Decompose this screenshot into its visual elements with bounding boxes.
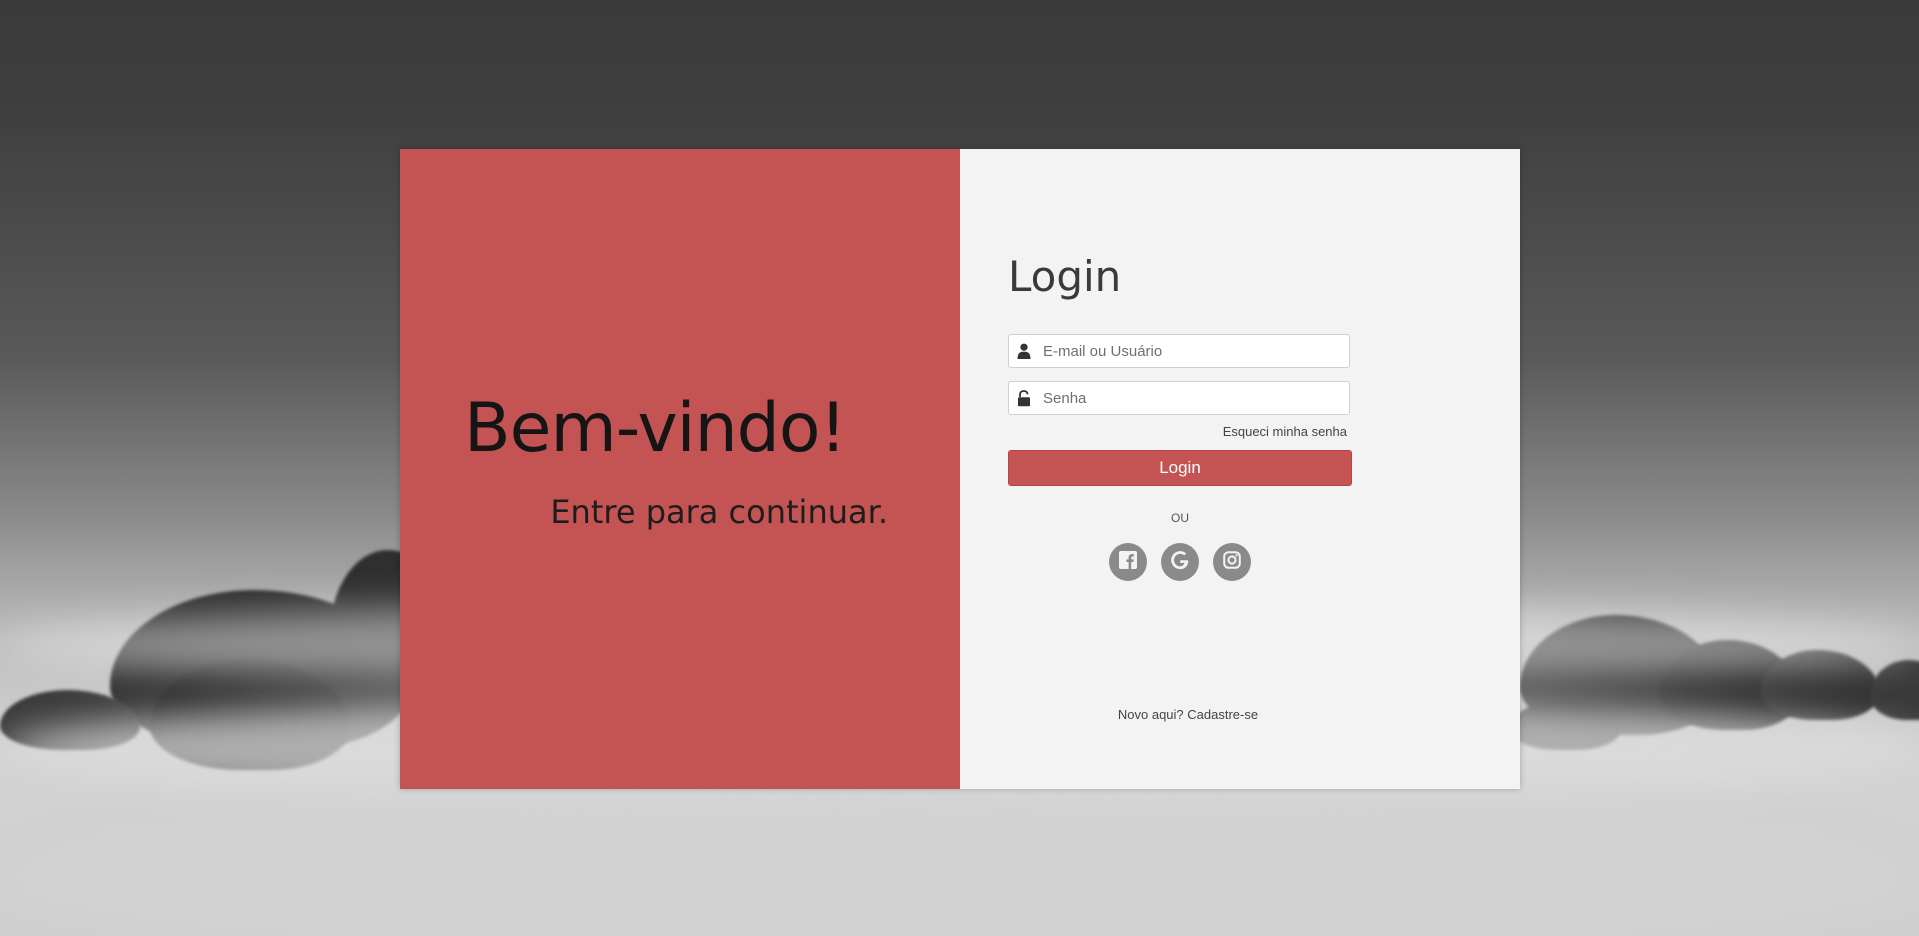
login-panel: Login Esqueci <box>960 149 1520 789</box>
password-field[interactable] <box>1008 381 1350 415</box>
facebook-button[interactable] <box>1109 543 1147 581</box>
login-card: Bem-vindo! Entre para continuar. Login E… <box>400 149 1520 789</box>
password-input[interactable] <box>1039 383 1349 413</box>
welcome-title: Bem-vindo! <box>464 389 847 468</box>
facebook-icon <box>1119 550 1137 574</box>
user-icon <box>1009 334 1039 368</box>
instagram-icon <box>1223 550 1241 574</box>
welcome-panel: Bem-vindo! Entre para continuar. <box>400 149 960 789</box>
register-prompt: Novo aqui? Cadastre-se <box>1008 707 1368 722</box>
social-login-row <box>1008 543 1352 581</box>
register-prompt-text: Novo aqui? <box>1117 707 1188 722</box>
register-link[interactable]: Cadastre-se <box>1187 707 1258 722</box>
forgot-password-link[interactable]: Esqueci minha senha <box>1223 424 1347 439</box>
google-icon <box>1170 550 1190 575</box>
login-page: Bem-vindo! Entre para continuar. Login E… <box>0 0 1919 936</box>
login-button[interactable]: Login <box>1008 450 1352 486</box>
google-button[interactable] <box>1161 543 1199 581</box>
welcome-subtitle: Entre para continuar. <box>550 493 888 531</box>
instagram-button[interactable] <box>1213 543 1251 581</box>
email-input[interactable] <box>1039 336 1349 366</box>
unlock-icon <box>1009 381 1039 415</box>
or-divider: OU <box>1171 511 1189 525</box>
email-field[interactable] <box>1008 334 1350 368</box>
login-title: Login <box>1008 252 1122 301</box>
